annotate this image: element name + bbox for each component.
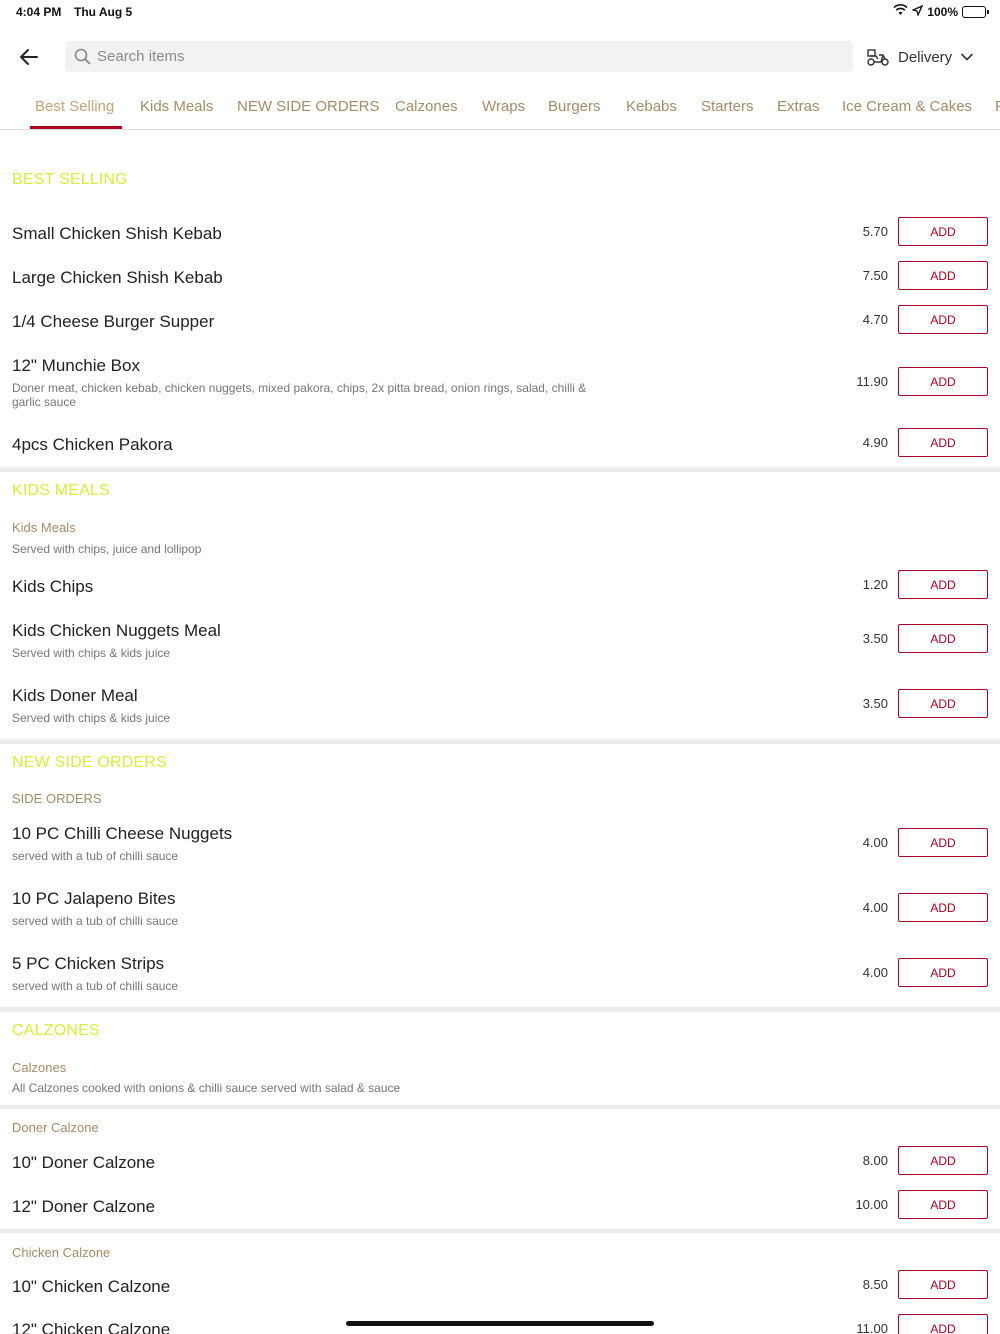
add-button[interactable]: ADD [898, 428, 988, 457]
tab-more[interactable]: F [995, 98, 1000, 115]
tab-extras[interactable]: Extras [777, 98, 820, 115]
item-name: 4pcs Chicken Pakora [12, 435, 173, 454]
item-name: 12" Munchie Box [12, 356, 140, 375]
item-price: 3.50 [862, 696, 888, 711]
item-price: 4.00 [862, 835, 888, 850]
item-price: 8.50 [862, 1277, 888, 1292]
subsection-description: Served with chips, juice and lollipop [12, 542, 202, 556]
add-button[interactable]: ADD [898, 1270, 988, 1299]
item-name: Small Chicken Shish Kebab [12, 224, 222, 243]
add-button[interactable]: ADD [898, 217, 988, 246]
item-price: 10.00 [855, 1197, 888, 1212]
subsection-description: All Calzones cooked with onions & chilli… [12, 1081, 401, 1095]
item-price: 7.50 [862, 268, 888, 283]
item-name: 10" Chicken Calzone [12, 1277, 171, 1296]
section-title-kids-meals: KIDS MEALS [12, 482, 111, 499]
item-price: 1.20 [862, 577, 888, 592]
section-divider [0, 1229, 1000, 1233]
tab-kids-meals[interactable]: Kids Meals [140, 98, 213, 115]
category-tabs: Best Selling Kids Meals NEW SIDE ORDERS … [0, 88, 1000, 130]
item-name: 10 PC Jalapeno Bites [12, 889, 176, 908]
item-name: 1/4 Cheese Burger Supper [12, 312, 215, 331]
subsection-title: Kids Meals [12, 520, 76, 535]
item-name: Large Chicken Shish Kebab [12, 268, 223, 287]
add-button[interactable]: ADD [898, 828, 988, 857]
item-price: 8.00 [862, 1153, 888, 1168]
section-title-calzones: CALZONES [12, 1022, 100, 1039]
section-title-new-side-orders: NEW SIDE ORDERS [12, 754, 168, 771]
subsection-title: Calzones [12, 1060, 67, 1075]
wifi-icon [893, 4, 908, 19]
item-price: 4.90 [862, 435, 888, 450]
add-button[interactable]: ADD [898, 261, 988, 290]
item-price: 5.70 [862, 224, 888, 239]
tab-ice-cream-cakes[interactable]: Ice Cream & Cakes [842, 98, 972, 115]
item-name: 10 PC Chilli Cheese Nuggets [12, 824, 233, 843]
status-time: 4:04 PM [16, 5, 62, 19]
tab-kebabs[interactable]: Kebabs [626, 98, 677, 115]
item-price: 4.00 [862, 900, 888, 915]
section-divider [0, 739, 1000, 744]
status-date: Thu Aug 5 [74, 5, 133, 19]
tab-burgers[interactable]: Burgers [548, 98, 601, 115]
add-button[interactable]: ADD [898, 1314, 988, 1334]
active-tab-indicator [30, 126, 122, 129]
back-button[interactable] [14, 42, 44, 72]
add-button[interactable]: ADD [898, 367, 988, 396]
home-indicator[interactable] [346, 1321, 654, 1326]
add-button[interactable]: ADD [898, 570, 988, 599]
tab-best-selling[interactable]: Best Selling [35, 98, 114, 115]
search-input[interactable] [97, 48, 797, 65]
subsection-title: Chicken Calzone [12, 1245, 111, 1260]
tab-new-side-orders[interactable]: NEW SIDE ORDERS [237, 98, 380, 115]
status-indicators: 100% [893, 4, 989, 19]
add-button[interactable]: ADD [898, 1146, 988, 1175]
header: Delivery [0, 38, 1000, 76]
add-button[interactable]: ADD [898, 624, 988, 653]
item-price: 3.50 [862, 631, 888, 646]
location-arrow-icon [911, 4, 924, 19]
section-divider [0, 467, 1000, 472]
chevron-down-icon [961, 53, 973, 61]
tab-calzones[interactable]: Calzones [395, 98, 458, 115]
item-name: Kids Chips [12, 577, 94, 596]
section-title-best-selling: BEST SELLING [12, 171, 128, 188]
item-name: Kids Doner Meal [12, 686, 138, 705]
item-price: 11.00 [856, 1321, 888, 1334]
section-divider [0, 1105, 1000, 1109]
add-button[interactable]: ADD [898, 958, 988, 987]
subsection-title: SIDE ORDERS [12, 791, 102, 806]
delivery-selector[interactable]: Delivery [866, 43, 974, 71]
status-bar: 4:04 PM Thu Aug 5 100% [0, 0, 1000, 26]
item-price: 4.70 [862, 312, 888, 327]
subsection-title: Doner Calzone [12, 1120, 99, 1135]
item-price: 4.00 [862, 965, 888, 980]
battery-icon [962, 5, 989, 18]
item-description: served with a tub of chilli sauce [12, 979, 179, 993]
item-name: 5 PC Chicken Strips [12, 954, 165, 973]
item-price: 11.90 [856, 374, 888, 389]
add-button[interactable]: ADD [898, 1190, 988, 1219]
section-divider [0, 1007, 1000, 1012]
item-name: Kids Chicken Nuggets Meal [12, 621, 221, 640]
battery-percent: 100% [927, 4, 958, 19]
item-description: Served with chips & kids juice [12, 646, 171, 660]
search-icon [74, 48, 91, 65]
back-arrow-icon [20, 49, 38, 65]
add-button[interactable]: ADD [898, 893, 988, 922]
search-bar[interactable] [65, 41, 853, 72]
item-description: Served with chips & kids juice [12, 711, 171, 725]
tab-wraps[interactable]: Wraps [482, 98, 525, 115]
scooter-icon [867, 49, 889, 66]
add-button[interactable]: ADD [898, 305, 988, 334]
item-description: served with a tub of chilli sauce [12, 849, 179, 863]
add-button[interactable]: ADD [898, 689, 988, 718]
delivery-label: Delivery [898, 48, 953, 66]
item-name: 10" Doner Calzone [12, 1153, 156, 1172]
item-description: served with a tub of chilli sauce [12, 914, 179, 928]
item-description: Doner meat, chicken kebab, chicken nugge… [12, 381, 587, 409]
item-name: 12" Doner Calzone [12, 1197, 156, 1216]
tab-starters[interactable]: Starters [701, 98, 754, 115]
item-name: 12" Chicken Calzone [12, 1320, 171, 1334]
